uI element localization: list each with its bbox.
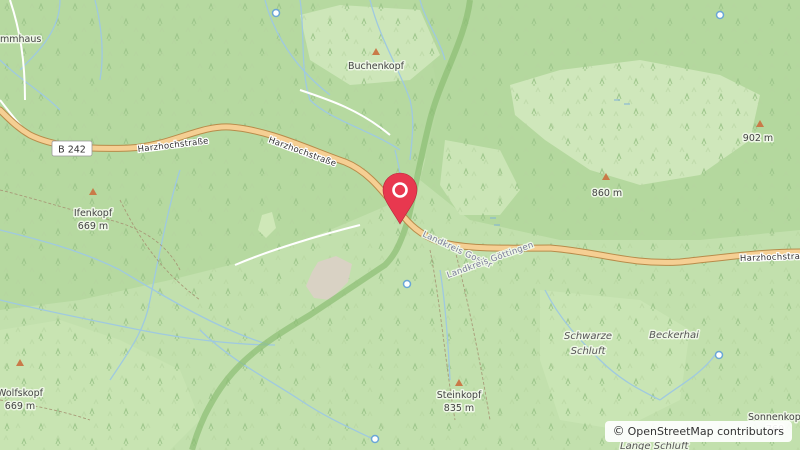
attribution-link[interactable]: OpenStreetMap contributors xyxy=(628,425,784,438)
map-canvas[interactable]: B 242 Harzhochstraße Harzhochstraße Harz… xyxy=(0,0,800,450)
label-steinkopf: Steinkopf xyxy=(437,390,482,401)
label-schluft: Schluft xyxy=(571,346,607,357)
label-buchenkopf: Buchenkopf xyxy=(348,61,405,72)
label-lange-schluft-partial: Lange Schluft xyxy=(620,441,690,450)
label-town-partial: mmhaus xyxy=(0,34,41,45)
label-steinkopf-elevation: 835 m xyxy=(444,403,474,414)
road-label-harzhochstrasse-3: Harzhochstraß xyxy=(740,252,800,264)
water-poi-icon xyxy=(715,10,725,20)
label-ifenkopf: Ifenkopf xyxy=(74,208,113,219)
label-wolfskopf-elevation: 669 m xyxy=(5,401,35,412)
map-attribution: © OpenStreetMap contributors xyxy=(604,421,792,442)
label-beckerhai: Beckerhai xyxy=(649,330,699,341)
label-peak-902: 902 m xyxy=(743,133,773,144)
copyright-icon: © xyxy=(612,424,625,438)
road-ref-b242: B 242 xyxy=(58,145,86,156)
water-poi-icon xyxy=(714,350,724,360)
label-ifenkopf-elevation: 669 m xyxy=(78,221,108,232)
label-peak-860: 860 m xyxy=(592,188,622,199)
water-poi-icon xyxy=(402,279,412,289)
water-poi-icon xyxy=(271,8,281,18)
road-shield-b242: B 242 xyxy=(51,140,93,157)
label-wolfskopf: Wolfskopf xyxy=(0,388,44,399)
label-schwarze: Schwarze xyxy=(564,331,612,342)
water-poi-icon xyxy=(370,434,380,444)
